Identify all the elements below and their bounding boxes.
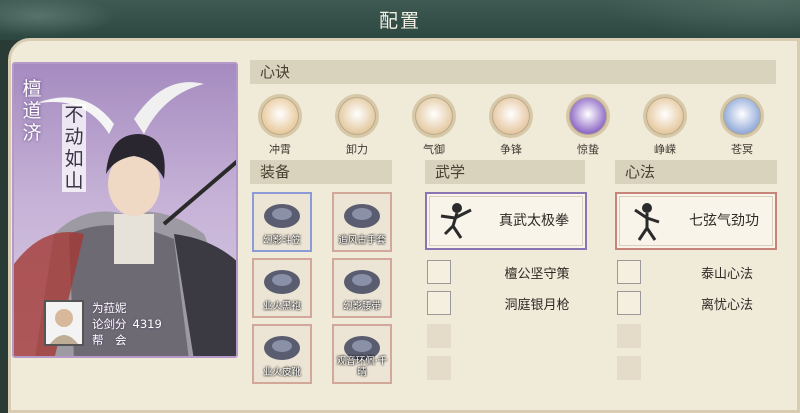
empty-slot[interactable]: [617, 324, 641, 348]
xinjue-item[interactable]: 气御: [410, 94, 458, 157]
xinjue-label: 惊蛰: [577, 143, 599, 156]
equipment-label: 业火黑袍: [262, 301, 301, 312]
xinjue-label: 气御: [423, 143, 445, 156]
xinjue-icon: [335, 94, 379, 138]
xinfa-heading: 心法: [615, 160, 777, 184]
xinjue-label: 争锋: [500, 143, 522, 156]
equipment-slot[interactable]: 观音环佩·千晴: [332, 324, 392, 384]
wuxue-main-name: 真武太极拳: [499, 213, 569, 229]
wuxue-item-name: 洞庭银月枪: [504, 298, 570, 313]
xinjue-heading: 心诀: [250, 60, 776, 84]
xinfa-item-name: 离忧心法: [700, 298, 753, 313]
page-title: 配置: [378, 10, 421, 32]
equipment-slot[interactable]: 幻影斗笠: [252, 192, 312, 252]
header-bar: 配置: [0, 0, 800, 40]
empty-slot[interactable]: [617, 356, 641, 380]
player-name: 为菈妮: [92, 301, 127, 315]
xinfa-main-slot[interactable]: 七弦气劲功: [615, 192, 777, 250]
equipment-slot[interactable]: 幻影腰带: [332, 258, 392, 318]
equipment-slot[interactable]: 业火皮靴: [252, 324, 312, 384]
xinfa-main-name: 七弦气劲功: [689, 213, 759, 229]
xinjue-item[interactable]: 卸力: [333, 94, 381, 157]
avatar[interactable]: [44, 300, 84, 346]
martial-figure-icon: [634, 203, 660, 241]
score-value: 4319: [132, 317, 162, 331]
equipment-label: 观音环佩·千晴: [336, 356, 388, 378]
xinjue-icon: [258, 94, 302, 138]
character-name: 檀道济: [22, 78, 42, 144]
xinjue-label: 卸力: [346, 143, 368, 156]
xinjue-icon: [489, 94, 533, 138]
xinjue-icon: [566, 94, 610, 138]
skill-icon: [617, 260, 641, 284]
equipment-label: 业火皮靴: [262, 367, 301, 378]
player-info: 为菈妮 论剑分 4319 帮 会: [44, 300, 224, 347]
equipment-heading: 装备: [250, 160, 392, 184]
xinjue-item[interactable]: 惊蛰: [564, 94, 612, 157]
wuxue-item[interactable]: 檀公坚守策: [427, 260, 587, 284]
xinjue-item[interactable]: 争锋: [487, 94, 535, 157]
equipment-item-icon: [264, 270, 300, 294]
equipment-item-icon: [264, 336, 300, 360]
empty-slot[interactable]: [427, 324, 451, 348]
equipment-label: 追风古手套: [338, 235, 386, 246]
empty-slot[interactable]: [427, 356, 451, 380]
xinfa-item-name: 泰山心法: [700, 267, 753, 282]
wuxue-item[interactable]: 洞庭银月枪: [427, 291, 587, 315]
equipment-slot[interactable]: 业火黑袍: [252, 258, 312, 318]
equipment-label: 幻影斗笠: [262, 235, 301, 246]
martial-figure-icon: [440, 203, 472, 239]
score-label: 论剑分: [92, 317, 127, 331]
skill-icon: [427, 291, 451, 315]
wuxue-main-slot[interactable]: 真武太极拳: [425, 192, 587, 250]
skill-icon: [617, 291, 641, 315]
xinfa-item[interactable]: 离忧心法: [617, 291, 777, 315]
equipment-item-icon: [344, 204, 380, 228]
xinjue-icon: [720, 94, 764, 138]
wuxue-item-name: 檀公坚守策: [504, 267, 570, 282]
xinjue-label: 苍冥: [731, 143, 753, 156]
equipment-label: 幻影腰带: [342, 301, 381, 312]
skill-icon: [427, 260, 451, 284]
wuxue-heading: 武学: [425, 160, 585, 184]
guild-label: 帮 会: [92, 333, 127, 347]
equipment-item-icon: [344, 270, 380, 294]
character-epithet: 不动如山: [62, 104, 86, 192]
equipment-slot[interactable]: 追风古手套: [332, 192, 392, 252]
xinjue-icon: [412, 94, 456, 138]
xinjue-label: 峥嵘: [654, 143, 676, 156]
xinfa-item[interactable]: 泰山心法: [617, 260, 777, 284]
xinjue-label: 冲霄: [269, 143, 291, 156]
xinjue-item[interactable]: 冲霄: [256, 94, 304, 157]
equipment-item-icon: [264, 204, 300, 228]
avatar-icon: [50, 309, 78, 344]
character-card[interactable]: 檀道济 不动如山 为菈妮 论剑分 4319 帮 会: [12, 62, 238, 358]
xinjue-item[interactable]: 峥嵘: [641, 94, 689, 157]
xinjue-icon: [643, 94, 687, 138]
xinjue-item[interactable]: 苍冥: [718, 94, 766, 157]
